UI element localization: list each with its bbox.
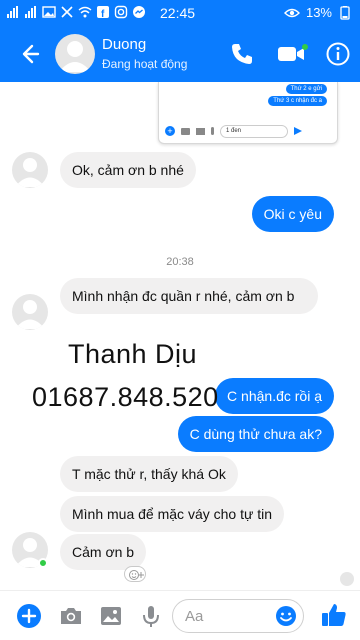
outgoing-message[interactable]: Oki c yêu: [251, 196, 334, 232]
image-notification-icon: [42, 6, 56, 18]
screenshot-message: Thứ 3 c nhận đc a: [268, 96, 327, 106]
contact-avatar-small[interactable]: [12, 152, 48, 188]
incoming-message[interactable]: Mình mua để mặc váy cho tự tin: [60, 496, 285, 532]
message-list[interactable]: Thứ 2 e gửi Thứ 3 c nhận đc a + 1 đen Ok…: [0, 82, 360, 590]
wifi-icon: [78, 6, 92, 18]
video-call-icon[interactable]: [276, 40, 308, 68]
contact-active-status: Đang hoạt động: [102, 57, 188, 71]
watermark-name: Thanh Dịu: [68, 339, 198, 369]
like-thumbs-up-icon[interactable]: [320, 601, 348, 629]
message-composer: [0, 590, 360, 640]
photo-gallery-icon[interactable]: [98, 603, 124, 629]
contact-avatar-small[interactable]: [12, 294, 48, 330]
screenshot-mic-icon: [211, 127, 214, 135]
time-separator: 20:38: [166, 256, 194, 268]
camera-icon[interactable]: [58, 603, 84, 629]
eye-icon: [283, 8, 300, 17]
screenshot-input: 1 đen: [220, 124, 288, 138]
signal-icon: [7, 6, 18, 18]
add-reaction-icon[interactable]: [124, 566, 146, 582]
screenshot-send-icon: [294, 127, 302, 135]
outgoing-message[interactable]: C nhận.đc rồi ạ: [215, 378, 334, 414]
emoji-icon[interactable]: [274, 604, 298, 628]
default-avatar-icon: [15, 158, 45, 187]
incoming-message[interactable]: T mặc thử r, thấy khá Ok: [60, 456, 238, 492]
outgoing-message[interactable]: C dùng thử chưa ak?: [177, 416, 334, 452]
facebook-notification-icon: f: [97, 6, 109, 19]
instagram-notification-icon: [114, 5, 128, 19]
watermark-phone: 01687.848.520: [32, 382, 219, 412]
online-indicator: [38, 558, 48, 568]
screenshot-message: Thứ 2 e gửi: [285, 84, 327, 94]
screenshot-composer: + 1 đen: [165, 122, 331, 140]
screenshot-image-icon: [196, 127, 205, 135]
conversation-header: Duong Đang hoạt động: [0, 26, 360, 82]
info-icon[interactable]: [324, 40, 352, 68]
phone-call-icon[interactable]: [228, 40, 256, 68]
battery-percent: 13%: [305, 5, 332, 20]
plus-icon[interactable]: [16, 603, 42, 629]
back-arrow-icon[interactable]: [14, 40, 42, 68]
default-avatar-icon: [59, 41, 91, 72]
status-time: 22:45: [160, 5, 196, 21]
signal-icon-2: [25, 6, 36, 18]
contact-avatar[interactable]: [55, 34, 95, 74]
contact-name[interactable]: Duong: [102, 36, 146, 53]
status-icons-left: f: [6, 5, 146, 19]
status-icons-right: 13%: [283, 5, 352, 20]
messenger-notification-icon: [133, 6, 145, 18]
incoming-message[interactable]: Cảm ơn b: [60, 534, 147, 570]
app-notification-icon: [61, 6, 73, 18]
seen-receipt-avatar: [340, 572, 354, 586]
incoming-message[interactable]: Ok, cảm ơn b nhé: [60, 152, 196, 188]
shared-screenshot-image[interactable]: Thứ 2 e gửi Thứ 3 c nhận đc a + 1 đen: [158, 82, 338, 144]
status-bar: f 22:45 13%: [0, 0, 360, 26]
incoming-message[interactable]: Mình nhận đc quần r nhé, cảm ơn b: [60, 278, 318, 314]
microphone-icon[interactable]: [138, 603, 164, 629]
screenshot-plus-icon: +: [165, 126, 175, 136]
battery-icon: [340, 5, 350, 20]
screenshot-camera-icon: [181, 127, 190, 135]
default-avatar-icon: [15, 300, 45, 329]
